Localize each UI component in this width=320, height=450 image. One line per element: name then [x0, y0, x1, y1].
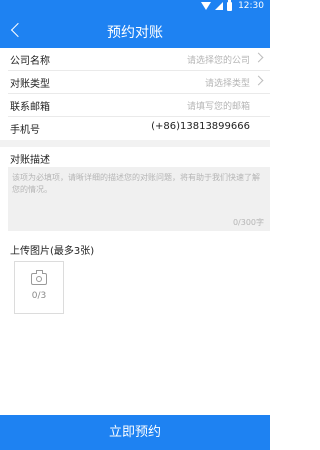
camera-icon	[31, 270, 47, 285]
description-label: 对账描述	[10, 155, 50, 166]
submit-button[interactable]: 立即预约	[0, 415, 270, 450]
email-input[interactable]: 请填写您的邮箱	[187, 99, 250, 112]
phone-label: 手机号	[10, 125, 40, 136]
signal-icon	[215, 2, 224, 10]
chevron-right-icon	[253, 52, 264, 63]
phone-field[interactable]: 手机号 (+86)13813899666	[0, 117, 270, 139]
nav-bar: 预约对账	[0, 14, 270, 48]
chevron-right-icon	[253, 75, 264, 86]
wifi-icon	[201, 2, 212, 10]
status-bar: 12:30	[0, 0, 270, 14]
upload-label: 上传图片(最多3张)	[10, 246, 95, 257]
page-title: 预约对账	[107, 25, 163, 41]
description-counter: 0/300字	[232, 218, 264, 227]
status-icons: 12:30	[201, 0, 264, 11]
phone-input[interactable]: (+86)13813899666	[151, 121, 250, 132]
company-label: 公司名称	[10, 56, 50, 67]
email-label: 联系邮箱	[10, 102, 50, 113]
section-gap	[0, 140, 270, 147]
description-placeholder: 该项为必填项，请晰详细的描述您的对账问题，将有助于我们快速了解您的情况。	[12, 173, 260, 194]
company-field[interactable]: 公司名称 请选择您的公司	[0, 48, 270, 70]
type-value: 请选择类型	[204, 79, 250, 89]
upload-photo-button[interactable]: 0/3	[14, 261, 64, 314]
status-time: 12:30	[238, 1, 264, 11]
battery-icon	[227, 0, 233, 11]
description-textarea[interactable]: 该项为必填项，请晰详细的描述您的对账问题，将有助于我们快速了解您的情况。 0/3…	[8, 167, 270, 231]
company-value: 请选择您的公司	[186, 56, 250, 66]
type-label: 对账类型	[10, 79, 50, 90]
email-field[interactable]: 联系邮箱 请填写您的邮箱	[0, 94, 270, 116]
upload-count: 0/3	[31, 291, 47, 301]
reconciliation-type-field[interactable]: 对账类型 请选择类型	[0, 71, 270, 93]
